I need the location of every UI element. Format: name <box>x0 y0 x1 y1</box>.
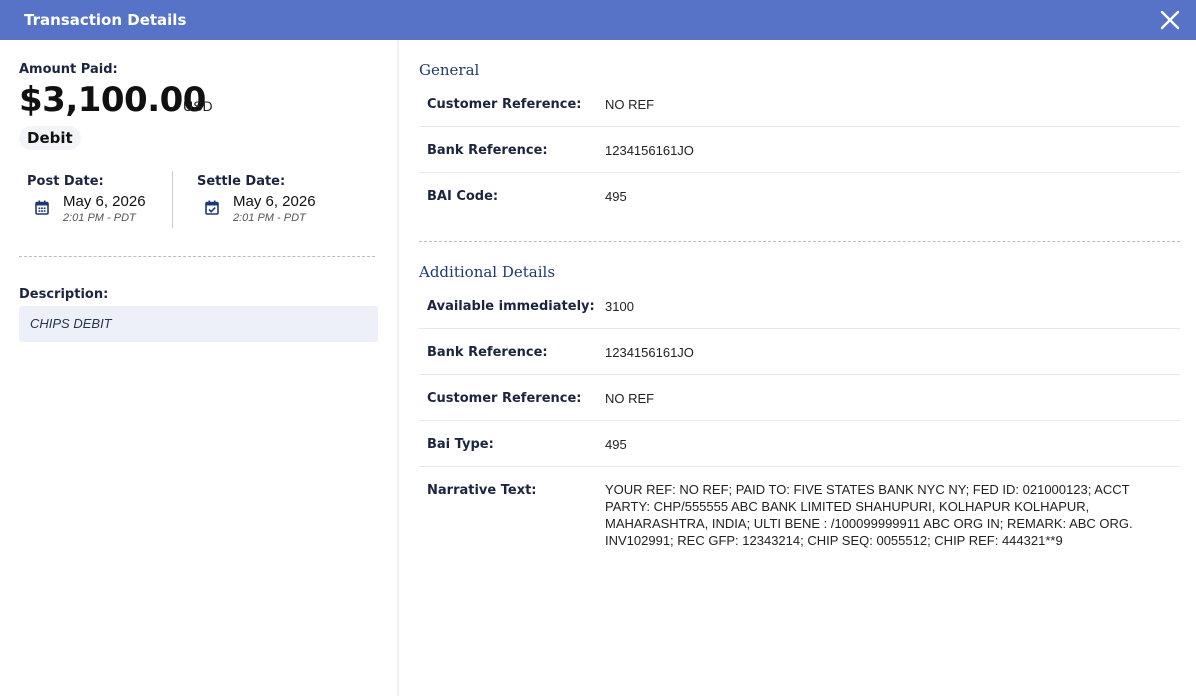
additional-row-value: 3100 <box>605 299 634 314</box>
post-date-value: May 6, 2026 <box>63 193 146 210</box>
section-divider <box>419 241 1180 242</box>
settle-time-value: 2:01 PM - PDT <box>233 212 306 224</box>
additional-row-label: Available immediately: <box>427 299 595 314</box>
post-date-group: Post Date: May 6, 2026 2:01 PM - PDT <box>27 174 146 226</box>
general-row: BAI Code: 495 <box>419 173 1180 219</box>
general-row: Customer Reference: NO REF <box>419 81 1180 127</box>
amount-value: $3,100.00 <box>19 80 206 120</box>
description-value: CHIPS DEBIT <box>19 306 378 342</box>
currency-code: USD <box>183 98 213 114</box>
date-divider <box>172 171 173 228</box>
additional-section-title: Additional Details <box>419 263 556 281</box>
narrative-text-value: YOUR REF: NO REF; PAID TO: FIVE STATES B… <box>605 482 1133 548</box>
details-panel: General Customer Reference: NO REF Bank … <box>401 40 1196 696</box>
general-section-title: General <box>419 61 480 79</box>
dialog-title: Transaction Details <box>24 11 187 29</box>
calendar-icon <box>35 200 49 215</box>
transaction-type-badge: Debit <box>19 126 81 150</box>
additional-row-label: Narrative Text: <box>427 483 537 498</box>
general-row-value: 1234156161JO <box>605 143 694 158</box>
additional-row-value: 1234156161JO <box>605 345 694 360</box>
additional-row-label: Customer Reference: <box>427 391 582 406</box>
additional-row-label: Bai Type: <box>427 437 494 452</box>
general-row-label: Bank Reference: <box>427 143 548 158</box>
summary-divider <box>19 256 375 257</box>
general-row-value: NO REF <box>605 97 655 112</box>
post-date-label: Post Date: <box>27 174 104 189</box>
settle-date-group: Settle Date: May 6, 2026 2:01 PM - PDT <box>197 174 316 226</box>
additional-row: Available immediately: 3100 <box>419 283 1180 329</box>
additional-row-value: 495 <box>605 437 627 452</box>
additional-row-label: Bank Reference: <box>427 345 548 360</box>
additional-row: Bai Type: 495 <box>419 421 1180 467</box>
calendar-check-icon <box>205 200 219 215</box>
description-label: Description: <box>19 287 109 302</box>
post-time-value: 2:01 PM - PDT <box>63 212 136 224</box>
dialog-header: Transaction Details <box>0 0 1196 40</box>
additional-row: Narrative Text: YOUR REF: NO REF; PAID T… <box>419 467 1180 567</box>
summary-panel: Amount Paid: $3,100.00 USD Debit Post Da… <box>0 40 399 696</box>
amount-label: Amount Paid: <box>19 62 118 77</box>
general-row-label: BAI Code: <box>427 189 499 204</box>
settle-date-label: Settle Date: <box>197 174 286 189</box>
general-row-label: Customer Reference: <box>427 97 582 112</box>
additional-row-value: NO REF <box>605 391 655 406</box>
settle-date-value: May 6, 2026 <box>233 193 316 210</box>
additional-row: Customer Reference: NO REF <box>419 375 1180 421</box>
general-row: Bank Reference: 1234156161JO <box>419 127 1180 173</box>
general-row-value: 495 <box>605 189 627 204</box>
close-icon[interactable] <box>1158 8 1182 32</box>
additional-row: Bank Reference: 1234156161JO <box>419 329 1180 375</box>
